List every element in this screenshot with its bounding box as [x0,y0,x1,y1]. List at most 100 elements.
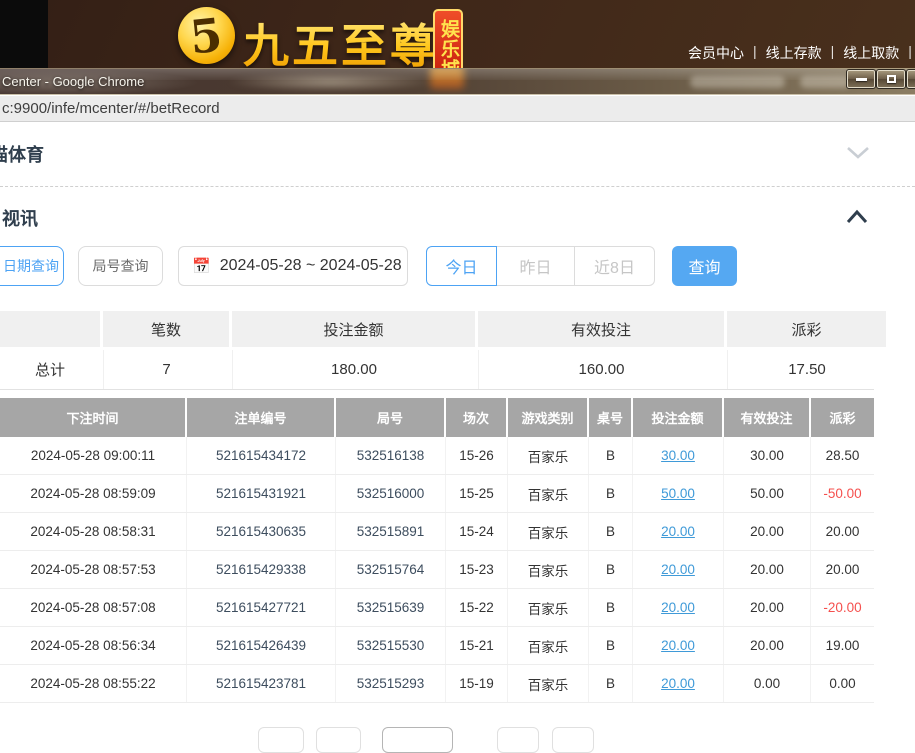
last-8-days-button[interactable]: 近8日 [575,246,655,286]
date-range-input[interactable]: 📅 2024-05-28 ~ 2024-05-28 [178,246,408,286]
bet-amount-link[interactable]: 50.00 [661,486,695,501]
nav-separator: | [908,43,912,63]
minimize-button[interactable] [847,70,875,88]
cell-table: B [589,627,633,664]
search-button[interactable]: 查询 [672,246,737,286]
bet-amount-link[interactable]: 20.00 [661,638,695,653]
chevron-down-icon[interactable] [846,145,870,160]
section-divider [0,186,915,187]
summary-total-count: 7 [103,350,229,389]
col-header-game-type: 游戏类别 [508,398,589,437]
cell-time: 2024-05-28 08:57:53 [0,551,187,588]
date-query-button[interactable]: 日期查询 [0,246,64,286]
cell-round-id: 532515764 [336,551,446,588]
today-button[interactable]: 今日 [426,246,497,286]
summary-header-count: 笔数 [103,311,229,347]
section-sports[interactable]: 猫体育 [0,141,44,167]
cell-bet-id: 521615429338 [187,551,336,588]
table-row: 2024-05-28 08:56:34521615426439532515530… [0,627,874,665]
cell-table: B [589,551,633,588]
table-row: 2024-05-28 09:00:11521615434172532516138… [0,437,874,475]
nav-member-center[interactable]: 会员中心 [688,43,744,63]
section-video[interactable]: 视讯 [2,205,38,231]
col-header-payout: 派彩 [811,398,874,437]
summary-header-blank [0,311,100,347]
bet-amount-link[interactable]: 20.00 [661,524,695,539]
pagination-button[interactable] [497,727,539,753]
col-header-table: 桌号 [589,398,633,437]
cell-time: 2024-05-28 08:59:09 [0,475,187,512]
nav-separator: | [753,43,757,63]
cell-valid-bet: 20.00 [724,551,811,588]
bet-record-table: 下注时间 注单编号 局号 场次 游戏类别 桌号 投注金额 有效投注 派彩 202… [0,398,874,703]
minimize-icon [856,78,867,81]
cell-game: 百家乐 [508,551,589,588]
maximize-button[interactable] [877,70,905,88]
chevron-up-icon[interactable] [846,209,868,225]
cell-time: 2024-05-28 08:55:22 [0,665,187,702]
cell-bet-id: 521615423781 [187,665,336,702]
bet-amount-link[interactable]: 30.00 [661,448,695,463]
cell-valid-bet: 30.00 [724,437,811,474]
url-bar[interactable]: c:9900/infe/mcenter/#/betRecord [0,96,915,122]
cell-payout: 28.50 [811,437,874,474]
cell-time: 2024-05-28 08:56:34 [0,627,187,664]
cell-bet-id: 521615426439 [187,627,336,664]
brand-name: 九五至尊 [243,10,439,76]
blurred-banner-decoration [228,72,433,92]
bet-amount-link[interactable]: 20.00 [661,676,695,691]
cell-session: 15-23 [446,551,508,588]
window-titlebar[interactable]: Center - Google Chrome [0,68,915,95]
cell-session: 15-21 [446,627,508,664]
cell-table: B [589,437,633,474]
cell-valid-bet: 20.00 [724,627,811,664]
cell-session: 15-26 [446,437,508,474]
nav-separator: | [831,43,835,63]
cell-payout: -50.00 [811,475,874,512]
blurred-user-info [690,76,785,88]
cell-game: 百家乐 [508,589,589,626]
cell-round-id: 532515293 [336,665,446,702]
top-nav: 会员中心 | 线上存款 | 线上取款 | 一 [688,43,915,63]
pagination-button[interactable] [258,727,304,753]
cell-payout: -20.00 [811,589,874,626]
cell-valid-bet: 20.00 [724,589,811,626]
nav-online-withdraw[interactable]: 线上取款 [843,43,899,63]
col-header-bet-amount: 投注金额 [633,398,724,437]
yesterday-button[interactable]: 昨日 [497,246,575,286]
col-header-time: 下注时间 [0,398,187,437]
summary-header-payout: 派彩 [727,311,886,347]
date-range-value: 2024-05-28 ~ 2024-05-28 [220,257,402,275]
cell-bet-amount: 20.00 [633,589,724,626]
pagination-button[interactable] [552,727,594,753]
col-header-session: 场次 [446,398,508,437]
cell-round-id: 532515639 [336,589,446,626]
cell-session: 15-24 [446,513,508,550]
cell-session: 15-19 [446,665,508,702]
bet-amount-link[interactable]: 20.00 [661,562,695,577]
pagination [258,727,594,753]
nav-online-deposit[interactable]: 线上存款 [766,43,822,63]
bet-amount-link[interactable]: 20.00 [661,600,695,615]
cell-game: 百家乐 [508,665,589,702]
blurred-user-info [800,76,850,88]
close-button[interactable] [907,70,915,88]
cell-round-id: 532515891 [336,513,446,550]
cell-session: 15-25 [446,475,508,512]
summary-total-bet-amount: 180.00 [232,350,475,389]
cell-round-id: 532516000 [336,475,446,512]
pagination-button[interactable] [316,727,361,753]
round-query-button[interactable]: 局号查询 [78,246,163,286]
pagination-current[interactable] [382,727,453,753]
cell-bet-id: 521615431921 [187,475,336,512]
col-header-round-id: 局号 [336,398,446,437]
table-row: 2024-05-28 08:55:22521615423781532515293… [0,665,874,703]
cell-bet-id: 521615430635 [187,513,336,550]
cell-time: 2024-05-28 08:57:08 [0,589,187,626]
cell-valid-bet: 0.00 [724,665,811,702]
col-header-bet-id: 注单编号 [187,398,336,437]
blurred-badge-bottom [430,68,464,89]
cell-table: B [589,475,633,512]
table-row: 2024-05-28 08:57:53521615429338532515764… [0,551,874,589]
summary-header-bet-amount: 投注金额 [232,311,475,347]
